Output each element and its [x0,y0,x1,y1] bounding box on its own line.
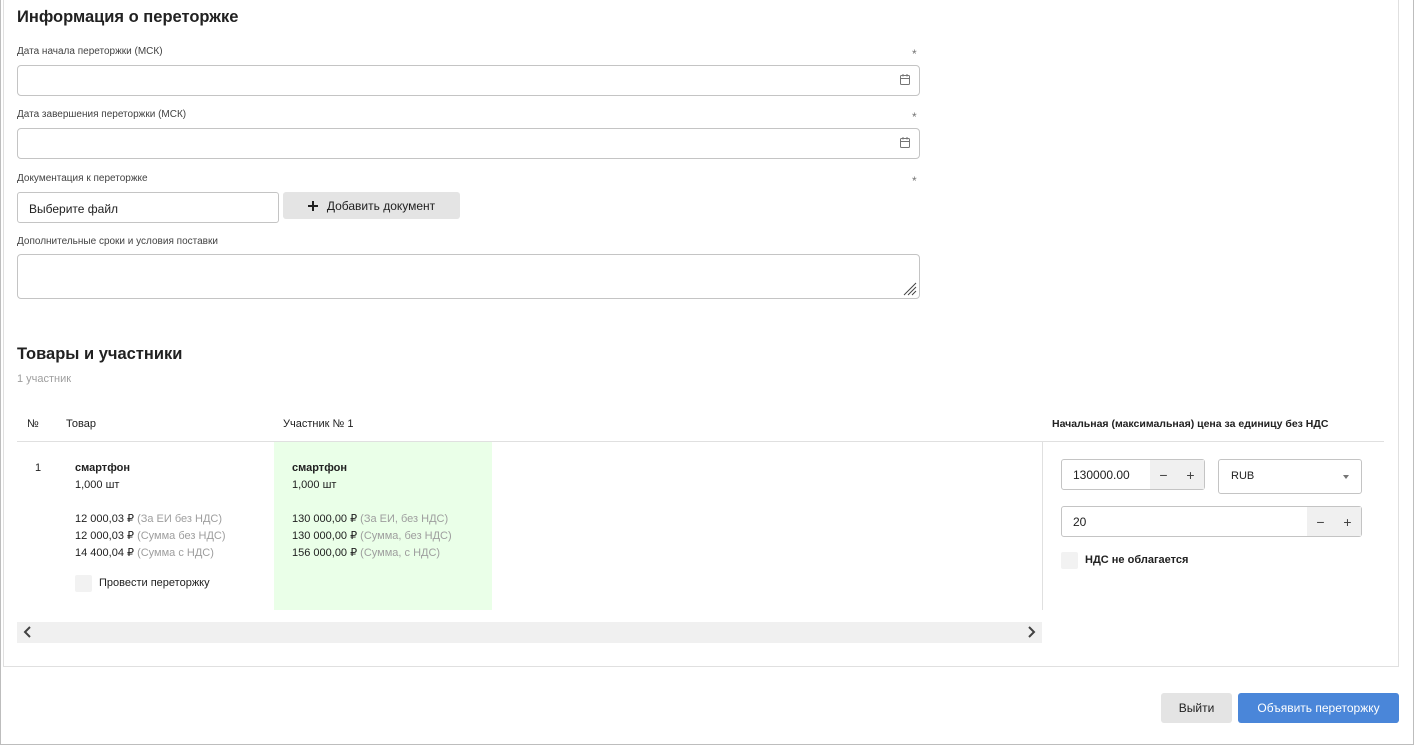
hold-retrade-label: Провести переторжку [99,577,210,589]
docs-label: Документация к переторжке [17,173,148,184]
participant-price-line: 130 000,00 ₽ (За ЕИ, без НДС) [292,513,449,525]
vat-increment-button[interactable]: + [1334,507,1361,536]
max-price-value[interactable]: 130000.00 [1073,468,1130,482]
product-cell: смартфон 1,000 шт 12 000,03 ₽ (За ЕИ без… [75,460,226,562]
max-price-increment-button[interactable]: + [1177,460,1204,489]
no-vat-label: НДС не облагается [1085,554,1189,566]
info-section-title: Информация о переторжке [17,8,239,26]
col-header-max-price: Начальная (максимальная) цена за единицу… [1052,418,1329,430]
announce-retrade-button[interactable]: Объявить переторжку [1238,693,1399,723]
required-mark: * [912,110,917,124]
add-document-label: Добавить документ [326,198,436,213]
product-price-line: 12 000,03 ₽ (Сумма без НДС) [75,530,226,542]
no-vat-checkbox[interactable] [1061,552,1078,569]
participant-product-name: смартфон [292,462,348,474]
col-header-product: Товар [66,418,96,430]
table-header-divider [17,441,1384,442]
product-name: смартфон [75,462,131,474]
participant-qty: 1,000 шт [292,479,337,491]
chevron-down-icon [1343,475,1349,479]
currency-value: RUB [1231,470,1255,482]
participant-cell: смартфон 1,000 шт 130 000,00 ₽ (За ЕИ, б… [292,460,452,562]
calendar-icon[interactable] [900,74,910,85]
plus-icon [307,200,318,211]
max-price-decrement-button[interactable]: − [1150,460,1177,489]
vat-decrement-button[interactable]: − [1307,507,1334,536]
file-select-input[interactable]: Выберите файл [17,192,279,223]
participant-price-line: 156 000,00 ₽ (Сумма, с НДС) [292,547,441,559]
vat-stepper[interactable]: 20 − + [1061,506,1362,537]
required-mark: * [912,174,917,188]
exit-button[interactable]: Выйти [1161,693,1232,723]
start-date-label: Дата начала переторжки (МСК) [17,46,163,57]
participant-price-line: 130 000,00 ₽ (Сумма, без НДС) [292,530,452,542]
end-date-input[interactable] [17,128,920,159]
chevron-left-icon[interactable] [22,625,34,639]
row-number: 1 [35,462,42,474]
price-column-divider [1042,442,1043,610]
product-price-line: 12 000,03 ₽ (За ЕИ без НДС) [75,513,222,525]
horizontal-scrollbar[interactable] [17,622,1042,643]
goods-section-title: Товары и участники [17,345,183,363]
end-date-label: Дата завершения переторжки (МСК) [17,109,187,120]
vat-value[interactable]: 20 [1073,515,1086,529]
currency-select[interactable]: RUB [1218,459,1362,494]
calendar-icon[interactable] [900,137,910,148]
hold-retrade-checkbox[interactable] [75,575,92,592]
product-qty: 1,000 шт [75,479,120,491]
extra-terms-textarea[interactable] [17,254,920,299]
max-price-stepper[interactable]: 130000.00 − + [1061,459,1205,490]
col-header-participant: Участник № 1 [283,418,354,430]
product-price-line: 14 400,04 ₽ (Сумма с НДС) [75,547,214,559]
form-card: Информация о переторжке Дата начала пере… [3,0,1399,667]
participants-count: 1 участник [17,373,72,385]
extra-terms-label: Дополнительные сроки и условия поставки [17,236,218,247]
resize-handle-icon[interactable] [901,280,917,296]
add-document-button[interactable]: Добавить документ [283,192,460,219]
required-mark: * [912,47,917,61]
file-select-placeholder: Выберите файл [29,202,119,216]
chevron-right-icon[interactable] [1025,625,1037,639]
start-date-input[interactable] [17,65,920,96]
col-header-num: № [27,418,39,430]
